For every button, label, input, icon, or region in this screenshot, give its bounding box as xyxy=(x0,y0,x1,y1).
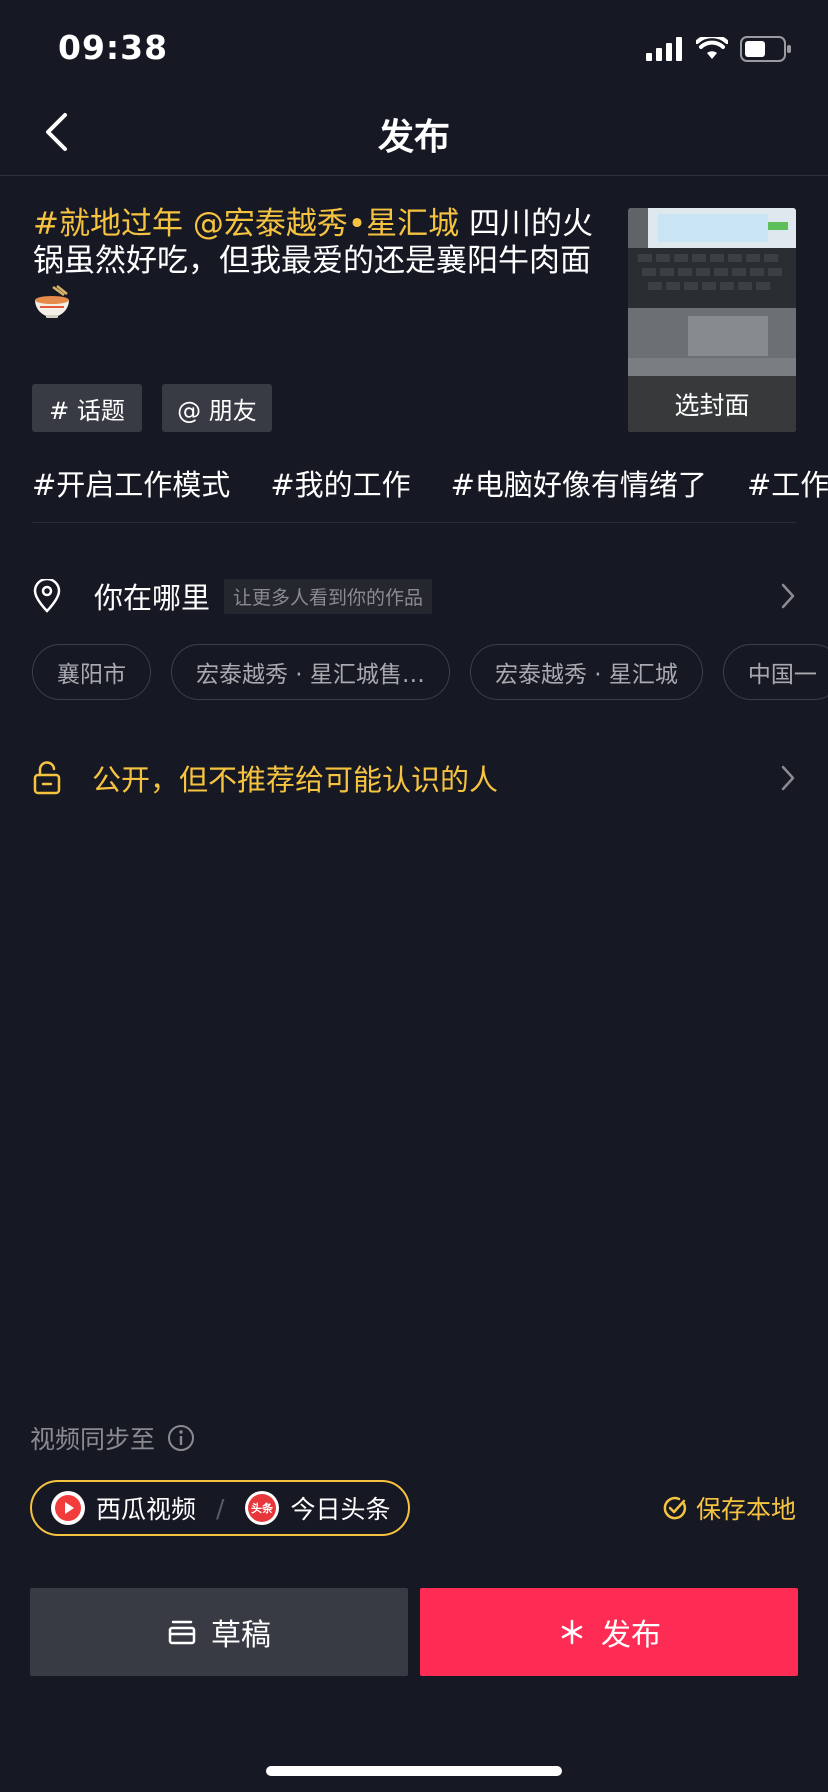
battery-icon xyxy=(740,36,791,62)
status-time: 09:38 xyxy=(58,28,169,67)
page-title: 发布 xyxy=(377,117,450,158)
publish-label: 发布 xyxy=(601,1618,661,1653)
home-indicator[interactable] xyxy=(266,1766,562,1776)
suggested-hashtags: #开启工作模式 #我的工作 #电脑好像有情绪了 #工作 xyxy=(32,462,828,504)
hashtag-suggestion[interactable]: #开启工作模式 xyxy=(32,462,230,504)
draft-label: 草稿 xyxy=(211,1618,271,1653)
toutiao-label: 今日头条 xyxy=(290,1495,391,1524)
place-chip[interactable]: 襄阳市 xyxy=(32,644,151,700)
toutiao-logo-text: 头条 xyxy=(251,1501,274,1515)
info-icon[interactable] xyxy=(167,1424,195,1452)
location-hint: 让更多人看到你的作品 xyxy=(224,578,433,614)
divider xyxy=(32,522,796,523)
draft-box-icon xyxy=(168,1620,196,1645)
hashtag-suggestion[interactable]: #我的工作 xyxy=(270,462,410,504)
place-suggestions: 襄阳市 宏泰越秀 · 星汇城售… 宏泰越秀 · 星汇城 中国一 xyxy=(32,644,828,700)
xigua-video-label: 西瓜视频 xyxy=(96,1495,197,1524)
cover-thumbnail[interactable]: 选封面 xyxy=(628,208,796,432)
hashtag-suggestion[interactable]: #电脑好像有情绪了 xyxy=(451,462,707,504)
xigua-video-logo-icon xyxy=(51,1491,85,1525)
location-title: 你在哪里 xyxy=(94,581,211,615)
caption-input[interactable]: #就地过年 @宏泰越秀•星汇城 四川的火锅虽然好吃，但我最爱的还是襄阳牛肉面 xyxy=(33,206,593,320)
sync-label: 视频同步至 xyxy=(30,1420,195,1456)
caption-hashtag-mention[interactable]: #就地过年 @宏泰越秀•星汇城 xyxy=(33,206,459,242)
sync-targets[interactable]: 西瓜视频 / 头条 今日头条 xyxy=(30,1480,411,1536)
nav-divider xyxy=(0,175,828,176)
sync-label-text: 视频同步至 xyxy=(30,1425,156,1454)
save-local-toggle[interactable]: 保存本地 xyxy=(662,1490,796,1526)
select-cover-label[interactable]: 选封面 xyxy=(628,376,796,432)
add-topic-button[interactable]: # 话题 xyxy=(32,384,142,432)
place-chip[interactable]: 中国一 xyxy=(722,644,828,700)
save-local-label: 保存本地 xyxy=(695,1495,796,1524)
sparkle-icon xyxy=(561,1619,583,1645)
location-pin-icon xyxy=(33,579,61,613)
noodle-bowl-icon xyxy=(35,285,69,318)
privacy-setting: 公开，但不推荐给可能认识的人 xyxy=(92,763,499,797)
publish-button[interactable]: 发布 xyxy=(420,1588,798,1676)
place-chip[interactable]: 宏泰越秀 · 星汇城 xyxy=(469,644,703,700)
privacy-row[interactable]: 公开，但不推荐给可能认识的人 xyxy=(32,752,796,804)
hashtag-suggestion[interactable]: #工作 xyxy=(747,462,828,504)
wifi-icon xyxy=(696,37,728,59)
chevron-right-icon xyxy=(781,583,795,609)
check-circle-icon xyxy=(663,1496,687,1520)
toutiao-logo-icon: 头条 xyxy=(245,1491,280,1525)
mention-friend-button[interactable]: @ 朋友 xyxy=(162,384,272,432)
place-chip[interactable]: 宏泰越秀 · 星汇城售… xyxy=(171,644,450,700)
status-icons xyxy=(646,34,792,64)
sync-separator: / xyxy=(216,1493,225,1523)
draft-button[interactable]: 草稿 xyxy=(30,1588,408,1676)
location-row[interactable]: 你在哪里 让更多人看到你的作品 xyxy=(32,572,796,620)
unlock-icon xyxy=(33,761,61,795)
signal-icon xyxy=(646,37,682,61)
chevron-right-icon xyxy=(781,765,795,791)
